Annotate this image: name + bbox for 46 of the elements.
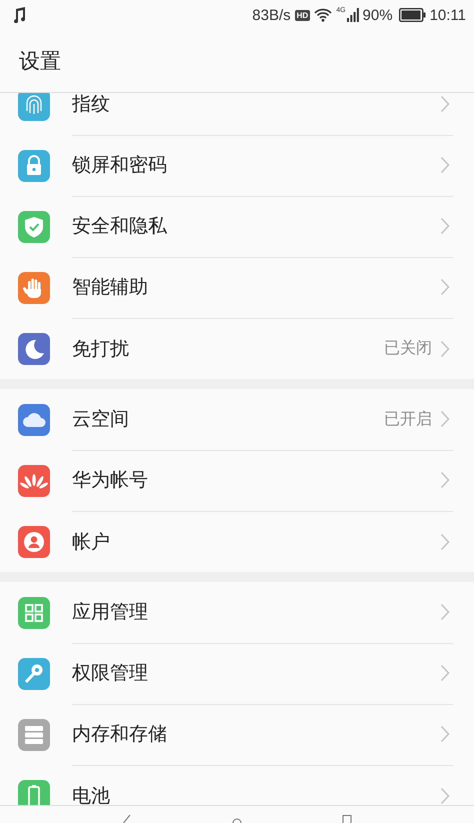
chevron-icon <box>440 532 450 550</box>
hd-badge: HD <box>294 10 310 20</box>
signal-icon <box>346 8 359 22</box>
music-note-icon <box>12 7 26 23</box>
settings-row[interactable]: 帐户 <box>0 511 474 572</box>
settings-row[interactable]: 应用管理 <box>0 582 474 643</box>
chevron-icon <box>440 340 450 358</box>
row-status: 已关闭 <box>384 338 432 359</box>
chevron-icon <box>440 664 450 682</box>
chevron-icon <box>440 278 450 296</box>
row-status: 已开启 <box>384 408 432 430</box>
settings-row[interactable]: 安全和隐私 <box>0 196 474 257</box>
network-speed: 83B/s <box>252 6 291 24</box>
row-label: 免打扰 <box>72 336 130 362</box>
chevron-icon <box>440 603 450 621</box>
clock-time: 10:11 <box>430 6 466 24</box>
row-label: 权限管理 <box>72 661 149 686</box>
row-label: 内存和存储 <box>72 722 168 747</box>
chevron-icon <box>440 217 450 235</box>
row-label: 应用管理 <box>72 600 149 625</box>
settings-row[interactable]: 免打扰 已关闭 <box>0 318 474 379</box>
chevron-icon <box>440 786 450 804</box>
settings-row[interactable]: 云空间 已开启 <box>0 389 474 450</box>
chevron-icon <box>440 725 450 743</box>
row-label: 智能辅助 <box>72 275 149 300</box>
battery-level-icon <box>398 8 426 22</box>
row-label: 华为帐号 <box>72 468 149 493</box>
settings-row[interactable]: 智能辅助 <box>0 257 474 318</box>
row-label: 帐户 <box>72 530 111 554</box>
settings-row[interactable]: 华为帐号 <box>0 450 474 511</box>
chevron-icon <box>440 471 450 489</box>
settings-row[interactable]: 指纹 <box>0 93 474 135</box>
settings-row[interactable]: 权限管理 <box>0 643 474 704</box>
page-title: 设置 <box>19 48 61 75</box>
row-label: 锁屏和密码 <box>72 153 168 178</box>
settings-row[interactable]: 内存和存储 <box>0 704 474 765</box>
row-label: 电池 <box>72 784 111 805</box>
wifi-icon <box>314 8 332 22</box>
chevron-icon <box>440 410 450 428</box>
settings-row[interactable]: 锁屏和密码 <box>0 135 474 196</box>
row-label: 云空间 <box>72 407 130 432</box>
battery-percent: 90% <box>362 6 393 24</box>
row-label: 安全和隐私 <box>72 214 168 239</box>
chevron-icon <box>440 95 450 113</box>
row-label: 指纹 <box>72 93 111 117</box>
chevron-icon <box>440 156 450 174</box>
